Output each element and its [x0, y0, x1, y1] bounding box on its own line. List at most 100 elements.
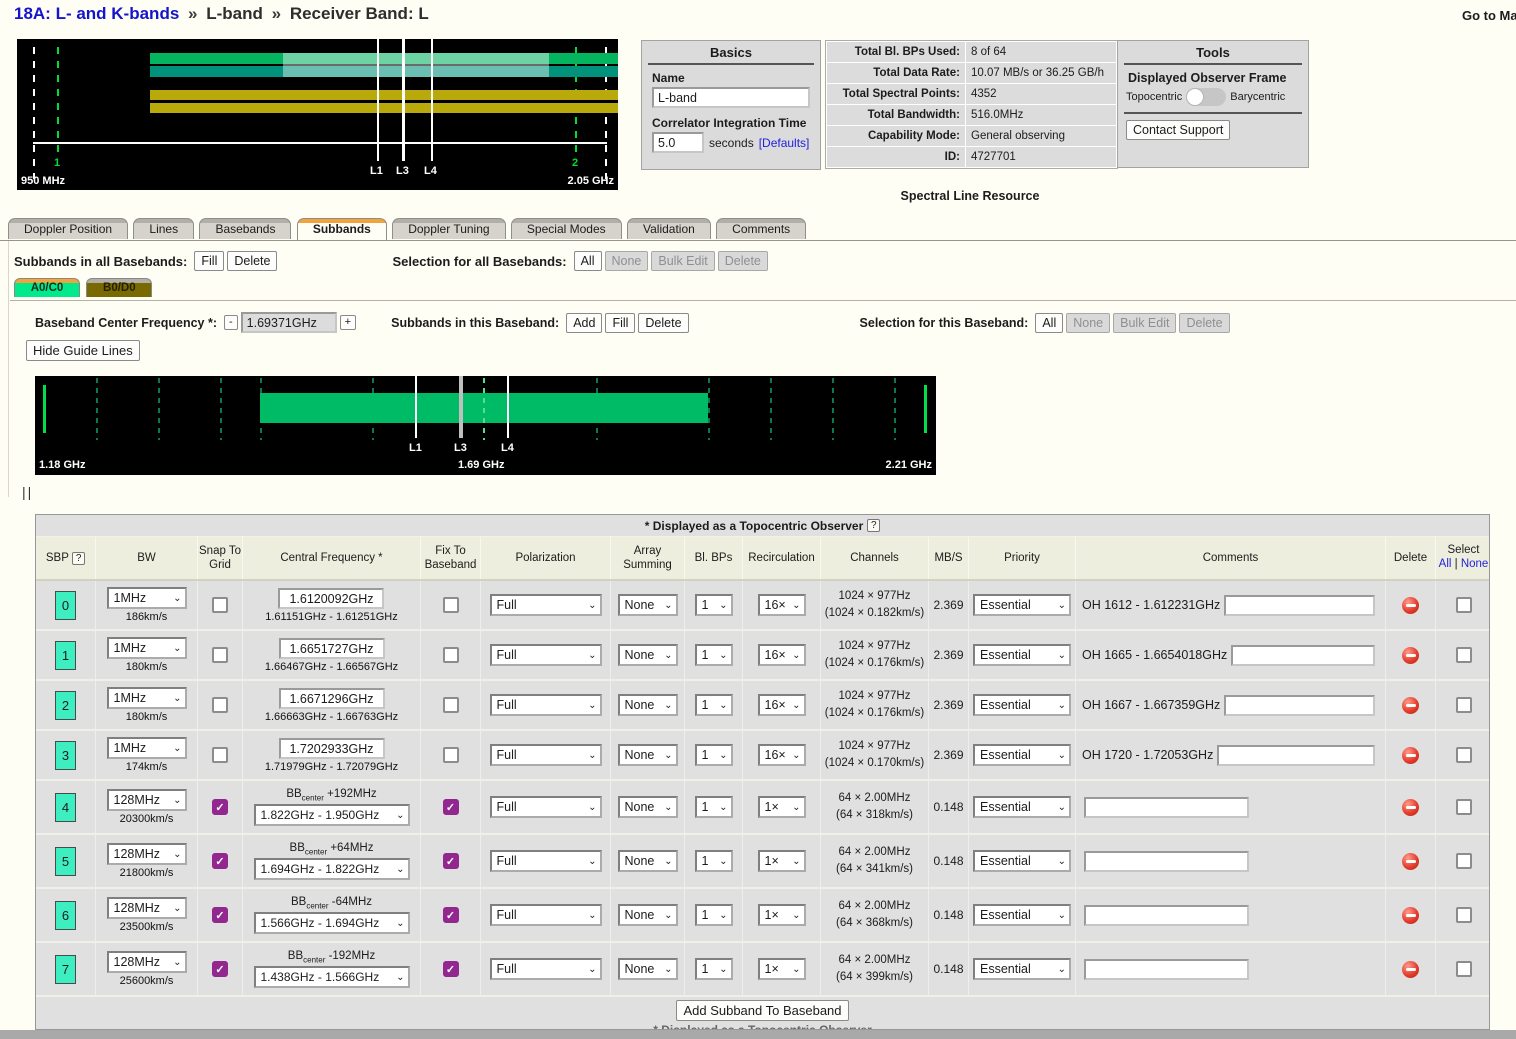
central-frequency-input[interactable]: 1.7202933GHz [279, 738, 385, 759]
delete-subband-icon[interactable] [1402, 961, 1419, 978]
baseband-bulk-edit-button[interactable]: Bulk Edit [1113, 313, 1176, 333]
polarization-select[interactable]: Full⌄ [490, 644, 602, 666]
array-summing-select[interactable]: None⌄ [618, 744, 678, 766]
baseband-select-all-button[interactable]: All [1035, 313, 1063, 333]
snap-to-grid-checkbox[interactable] [212, 697, 228, 713]
resize-handle[interactable]: || [22, 484, 33, 500]
polarization-select[interactable]: Full⌄ [490, 796, 602, 818]
bw-select[interactable]: 1MHz⌄ [107, 737, 187, 759]
recirculation-select[interactable]: 1×⌄ [758, 904, 806, 926]
select-none-link[interactable]: None [1461, 558, 1489, 570]
delete-subband-icon[interactable] [1402, 747, 1419, 764]
array-summing-select[interactable]: None⌄ [618, 850, 678, 872]
fill-all-button[interactable]: Fill [194, 251, 224, 271]
add-button[interactable]: Add [566, 313, 602, 333]
fix-to-baseband-checkbox[interactable] [443, 907, 459, 923]
select-row-checkbox[interactable] [1456, 697, 1472, 713]
tab-baseband-b0d0[interactable]: B0/D0 [86, 278, 152, 297]
snap-to-grid-checkbox[interactable] [212, 647, 228, 663]
array-summing-select[interactable]: None⌄ [618, 796, 678, 818]
bl-bps-select[interactable]: 1⌄ [695, 958, 733, 980]
priority-select[interactable]: Essential⌄ [973, 958, 1071, 980]
fix-to-baseband-checkbox[interactable] [443, 647, 459, 663]
bw-select[interactable]: 128MHz⌄ [107, 843, 187, 865]
comment-input[interactable] [1224, 595, 1375, 616]
tab-comments[interactable]: Comments [716, 218, 806, 239]
select-row-checkbox[interactable] [1456, 597, 1472, 613]
bl-bps-select[interactable]: 1⌄ [695, 796, 733, 818]
bw-select[interactable]: 1MHz⌄ [107, 587, 187, 609]
tab-doppler-tuning[interactable]: Doppler Tuning [392, 218, 505, 239]
breadcrumb-project-link[interactable]: 18A: L- and K-bands [14, 4, 179, 23]
recirculation-select[interactable]: 16×⌄ [758, 694, 806, 716]
bw-select[interactable]: 128MHz⌄ [107, 789, 187, 811]
tab-doppler-position[interactable]: Doppler Position [8, 218, 128, 239]
central-frequency-input[interactable]: 1.6120092GHz [278, 588, 384, 609]
central-frequency-input[interactable]: 1.6651727GHz [279, 638, 385, 659]
delete-subband-icon[interactable] [1402, 647, 1419, 664]
go-to-main-link[interactable]: Go to Ma [1462, 8, 1516, 23]
array-summing-select[interactable]: None⌄ [618, 644, 678, 666]
priority-select[interactable]: Essential⌄ [973, 594, 1071, 616]
bw-select[interactable]: 1MHz⌄ [107, 637, 187, 659]
comment-input[interactable] [1084, 797, 1249, 818]
select-row-checkbox[interactable] [1456, 799, 1472, 815]
integration-time-input[interactable]: 5.0 [652, 132, 704, 153]
bulk-edit-button[interactable]: Bulk Edit [651, 251, 714, 271]
bl-bps-select[interactable]: 1⌄ [695, 744, 733, 766]
central-frequency-select[interactable]: 1.438GHz - 1.566GHz⌄ [254, 966, 410, 988]
tab-subbands[interactable]: Subbands [297, 218, 387, 240]
fix-to-baseband-checkbox[interactable] [443, 961, 459, 977]
tab-baseband-a0c0[interactable]: A0/C0 [14, 278, 80, 297]
select-row-checkbox[interactable] [1456, 747, 1472, 763]
comment-input[interactable] [1224, 695, 1375, 716]
comment-input[interactable] [1084, 905, 1249, 926]
array-summing-select[interactable]: None⌄ [618, 694, 678, 716]
recirculation-select[interactable]: 16×⌄ [758, 594, 806, 616]
array-summing-select[interactable]: None⌄ [618, 594, 678, 616]
priority-select[interactable]: Essential⌄ [973, 644, 1071, 666]
comment-input[interactable] [1231, 645, 1375, 666]
select-row-checkbox[interactable] [1456, 853, 1472, 869]
tab-validation[interactable]: Validation [627, 218, 711, 239]
recirculation-select[interactable]: 16×⌄ [758, 644, 806, 666]
bl-bps-select[interactable]: 1⌄ [695, 850, 733, 872]
delete-button[interactable]: Delete [638, 313, 688, 333]
array-summing-select[interactable]: None⌄ [618, 904, 678, 926]
recirculation-select[interactable]: 1×⌄ [758, 796, 806, 818]
polarization-select[interactable]: Full⌄ [490, 594, 602, 616]
select-all-button[interactable]: All [574, 251, 602, 271]
tab-special-modes[interactable]: Special Modes [511, 218, 622, 239]
delete-subband-icon[interactable] [1402, 597, 1419, 614]
fix-to-baseband-checkbox[interactable] [443, 853, 459, 869]
baseband-select-none-button[interactable]: None [1066, 313, 1110, 333]
snap-to-grid-checkbox[interactable] [212, 597, 228, 613]
polarization-select[interactable]: Full⌄ [490, 744, 602, 766]
bl-bps-select[interactable]: 1⌄ [695, 594, 733, 616]
baseband-center-frequency-input[interactable]: 1.69371GHz [241, 312, 337, 333]
observer-frame-toggle[interactable] [1186, 88, 1226, 106]
priority-select[interactable]: Essential⌄ [973, 904, 1071, 926]
central-frequency-select[interactable]: 1.566GHz - 1.694GHz⌄ [254, 912, 410, 934]
central-frequency-select[interactable]: 1.822GHz - 1.950GHz⌄ [254, 804, 410, 826]
snap-to-grid-checkbox[interactable] [212, 907, 228, 923]
delete-selection-button[interactable]: Delete [718, 251, 768, 271]
bl-bps-select[interactable]: 1⌄ [695, 644, 733, 666]
priority-select[interactable]: Essential⌄ [973, 694, 1071, 716]
horizontal-scrollbar[interactable] [0, 1030, 1516, 1039]
snap-to-grid-checkbox[interactable] [212, 853, 228, 869]
add-subband-button[interactable]: Add Subband To Baseband [676, 1000, 848, 1021]
name-input[interactable]: L-band [652, 87, 810, 108]
snap-to-grid-checkbox[interactable] [212, 747, 228, 763]
delete-all-button[interactable]: Delete [227, 251, 277, 271]
central-frequency-input[interactable]: 1.6671296GHz [279, 688, 385, 709]
select-row-checkbox[interactable] [1456, 647, 1472, 663]
tab-lines[interactable]: Lines [133, 218, 194, 239]
select-all-link[interactable]: All [1439, 558, 1452, 570]
recirculation-select[interactable]: 16×⌄ [758, 744, 806, 766]
delete-subband-icon[interactable] [1402, 799, 1419, 816]
bw-select[interactable]: 128MHz⌄ [107, 951, 187, 973]
priority-select[interactable]: Essential⌄ [973, 744, 1071, 766]
bl-bps-select[interactable]: 1⌄ [695, 904, 733, 926]
bl-bps-select[interactable]: 1⌄ [695, 694, 733, 716]
